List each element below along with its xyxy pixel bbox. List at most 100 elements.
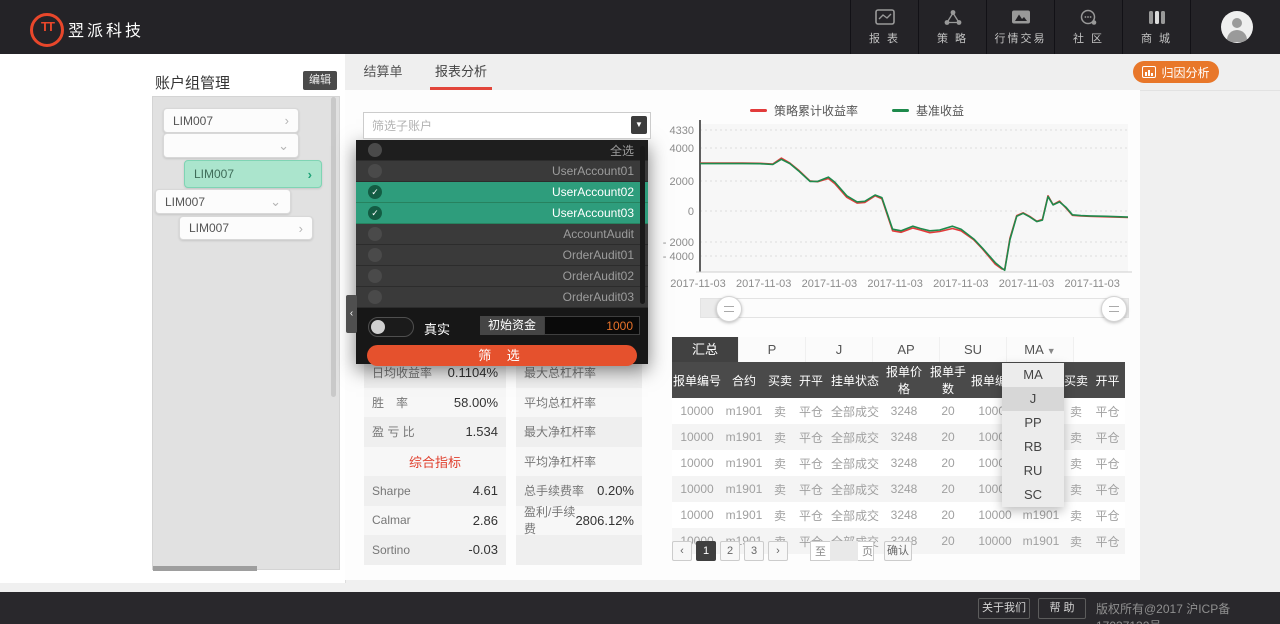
filter-option-OrderAudit01[interactable]: OrderAudit01 [356,245,648,266]
stat-row: 平均净杠杆率 [516,447,642,477]
filter-option-label: 全选 [610,142,634,159]
brand-name: 翌派科技 [68,17,144,41]
checked-icon: ✓ [368,206,382,220]
filter-option-AccountAudit[interactable]: AccountAudit [356,224,648,245]
datazoom-handle-left[interactable] [716,296,742,322]
svg-text:0: 0 [688,206,694,218]
chevron-right-icon: › [285,113,289,128]
dropdown-option-J[interactable]: J [1002,387,1064,411]
stat-row: Sharpe4.61 [364,476,506,506]
chevron-down-icon: ⌄ [278,138,289,154]
stat-row: 最大净杠杆率 [516,417,642,447]
unchecked-circle-icon [368,248,382,262]
svg-text:2017-11-03: 2017-11-03 [867,278,922,290]
dropdown-option-MA[interactable]: MA [1002,363,1064,387]
horizontal-scrollbar[interactable] [153,566,257,571]
stat-row [516,535,642,565]
unchecked-circle-icon [368,143,382,157]
dropdown-option-SC[interactable]: SC [1002,483,1064,507]
orders-tab-汇总[interactable]: 汇总 [672,337,739,362]
dropdown-toggle-button[interactable]: ▼ [631,116,647,134]
community-chat-icon [1079,9,1099,27]
initial-capital-label: 初始资金 [480,316,544,335]
nav-item-mall[interactable]: 商 城 [1122,0,1191,54]
filter-option-OrderAudit03[interactable]: OrderAudit03 [356,287,648,308]
orders-tab-J[interactable]: J [806,337,873,362]
chart-legend: 策略累计收益率 基准收益 [750,103,964,117]
list-scrollbar[interactable] [640,146,645,304]
edit-button[interactable]: 编辑 [303,71,337,90]
filter-option-UserAccount01[interactable]: UserAccount01 [356,161,648,182]
page-button-2[interactable]: 2 [720,541,740,561]
group-button-4[interactable]: LIM007⌄ [155,189,291,214]
filter-option-UserAccount03[interactable]: ✓UserAccount03 [356,203,648,224]
filter-option-UserAccount02[interactable]: ✓UserAccount02 [356,182,648,203]
report-chart-icon [875,9,895,27]
top-nav-items: 报 表 策 略 行情交易 社 区 商 城 [850,0,1191,54]
filter-option-label: AccountAudit [563,227,634,241]
group-button-5[interactable]: LIM007› [179,216,313,240]
nav-item-market[interactable]: 行情交易 [986,0,1054,54]
filter-submit-button[interactable]: 筛 选 [367,345,637,366]
chevron-left-icon: ‹ [350,308,353,319]
column-header: 买卖 [766,362,794,398]
orders-tabs: 汇总PJAPSUMA▼ [672,337,1125,362]
copyright-text: 版权所有@2017 沪ICP备17037132号 [1096,600,1280,624]
contract-dropdown: MAJPPRBRUSC [1002,363,1064,507]
initial-capital-input[interactable] [544,316,640,335]
next-page-button[interactable]: › [768,541,788,561]
goto-page-input[interactable] [830,541,858,561]
about-us-button[interactable]: 关于我们 [978,598,1030,619]
orders-tab-SU[interactable]: SU [940,337,1007,362]
unchecked-circle-icon [368,164,382,178]
svg-text:2017-11-03: 2017-11-03 [670,278,725,290]
group-button-1[interactable]: LIM007› [163,108,299,133]
svg-text:2017-11-03: 2017-11-03 [933,278,988,290]
datazoom-handle-right[interactable] [1101,296,1127,322]
sidebar-title: 账户组管理 [155,72,230,93]
collapse-handle[interactable]: ‹ [346,295,357,333]
prev-page-button[interactable]: ‹ [672,541,692,561]
nav-item-strategy[interactable]: 策 略 [918,0,986,54]
group-button-2[interactable]: ⌄ [163,133,299,158]
svg-text:2000: 2000 [670,176,694,188]
stat-row: Sortino-0.03 [364,535,506,565]
vertical-scrollbar[interactable] [331,97,336,397]
legend-item-benchmark[interactable]: 基准收益 [892,103,964,117]
unchecked-circle-icon [368,269,382,283]
subaccount-filter-input[interactable] [370,115,624,136]
filter-option-OrderAudit02[interactable]: OrderAudit02 [356,266,648,287]
svg-text:2017-11-03: 2017-11-03 [1064,278,1119,290]
column-header: 报单手数 [926,362,970,398]
nav-item-reports[interactable]: 报 表 [850,0,918,54]
tab-settlement[interactable]: 结算单 [353,54,413,90]
confirm-button[interactable]: 确认 [884,541,912,561]
chevron-down-icon: ⌄ [270,194,281,210]
group-button-3-selected[interactable]: LIM007› [184,160,322,188]
dropdown-option-RU[interactable]: RU [1002,459,1064,483]
orders-tab-MA[interactable]: MA▼ [1007,337,1074,362]
filter-option-label: OrderAudit02 [563,269,634,283]
svg-text:- 2000: - 2000 [663,237,694,249]
dropdown-option-RB[interactable]: RB [1002,435,1064,459]
legend-item-strategy[interactable]: 策略累计收益率 [750,103,858,117]
orders-tab-P[interactable]: P [739,337,806,362]
bar-chart-icon [1142,66,1156,78]
filter-option-全选[interactable]: 全选 [356,140,648,161]
page-button-3[interactable]: 3 [744,541,764,561]
svg-text:2017-11-03: 2017-11-03 [999,278,1054,290]
real-account-toggle[interactable] [368,317,414,337]
avatar[interactable] [1221,11,1253,43]
svg-text:2017-11-03: 2017-11-03 [736,278,791,290]
tab-report-analysis[interactable]: 报表分析 [424,54,498,90]
dropdown-option-PP[interactable]: PP [1002,411,1064,435]
help-button[interactable]: 帮 助 [1038,598,1086,619]
attribution-analysis-button[interactable]: 归因分析 [1133,61,1219,83]
nav-item-community[interactable]: 社 区 [1054,0,1122,54]
orders-tab-AP[interactable]: AP [873,337,940,362]
page-button-1[interactable]: 1 [696,541,716,561]
datazoom-track[interactable] [700,298,1129,318]
top-nav: TT 翌派科技 报 表 策 略 行情交易 社 区 商 城 [0,0,1280,54]
mall-icon [1147,9,1167,27]
column-header: 合约 [722,362,766,398]
